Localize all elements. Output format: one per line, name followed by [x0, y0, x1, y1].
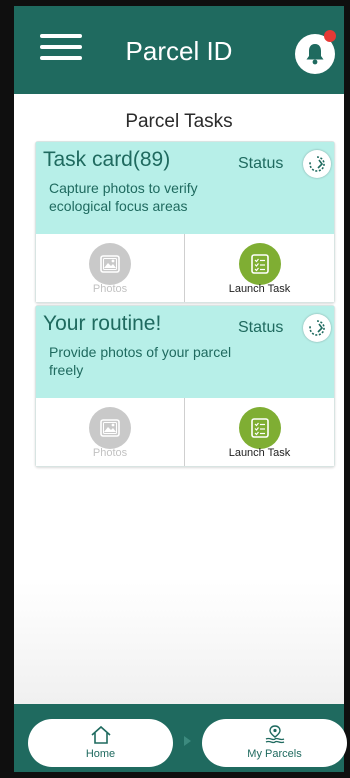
notification-button[interactable]: [295, 30, 336, 74]
launch-task-button[interactable]: Launch Task: [185, 398, 334, 466]
device-bezel-right: [344, 0, 350, 778]
bottom-navigation: Home My Parcels: [14, 704, 347, 772]
nav-my-parcels-label: My Parcels: [247, 748, 302, 760]
notification-badge: [324, 30, 336, 42]
photos-button[interactable]: Photos: [36, 234, 185, 302]
launch-task-label: Launch Task: [228, 447, 291, 459]
task-description: Capture photos to verify ecological focu…: [49, 180, 198, 214]
photos-label: Photos: [92, 283, 128, 295]
task-card-header: Task card(89) Capture photos to verify e…: [36, 142, 334, 234]
task-card: Your routine! Provide photos of your par…: [35, 305, 335, 467]
task-card-actions: Photos Launch Task: [36, 398, 334, 466]
task-card-header: Your routine! Provide photos of your par…: [36, 306, 334, 398]
launch-task-button[interactable]: Launch Task: [185, 234, 334, 302]
task-card: Task card(89) Capture photos to verify e…: [35, 141, 335, 303]
launch-task-label: Launch Task: [228, 283, 291, 295]
nav-home-button[interactable]: Home: [28, 719, 173, 767]
device-bezel-bottom: [0, 772, 350, 778]
nav-separator-arrow: [184, 736, 191, 746]
nav-my-parcels-button[interactable]: My Parcels: [202, 719, 347, 767]
photos-icon: [89, 243, 131, 285]
nav-home-label: Home: [85, 748, 116, 760]
parcel-tasks-content: Parcel Tasks Task card(89) Capture photo…: [14, 94, 344, 704]
device-bezel-left: [0, 0, 14, 778]
home-icon: [90, 725, 111, 744]
status-refresh-button[interactable]: [303, 314, 331, 342]
checklist-icon: [238, 407, 281, 449]
photos-icon: [89, 407, 131, 449]
task-title: Your routine!: [43, 312, 162, 335]
status-label: Status: [238, 155, 284, 172]
photos-button[interactable]: Photos: [36, 398, 185, 466]
refresh-status-icon: [309, 156, 325, 172]
status-label: Status: [238, 319, 284, 336]
checklist-icon: [238, 243, 281, 285]
task-title: Task card(89): [43, 148, 171, 171]
task-card-actions: Photos Launch Task: [36, 234, 334, 302]
app-screen: Parcel ID Parcel Tasks Task card(89) Cap…: [0, 0, 350, 778]
task-description: Provide photos of your parcel freely: [49, 344, 232, 378]
photos-label: Photos: [92, 447, 128, 459]
status-refresh-button[interactable]: [303, 150, 331, 178]
refresh-status-icon: [309, 320, 325, 336]
app-header: Parcel ID: [14, 6, 344, 94]
section-title: Parcel Tasks: [125, 111, 233, 132]
bell-icon: [306, 44, 324, 65]
parcels-icon: [265, 725, 284, 744]
